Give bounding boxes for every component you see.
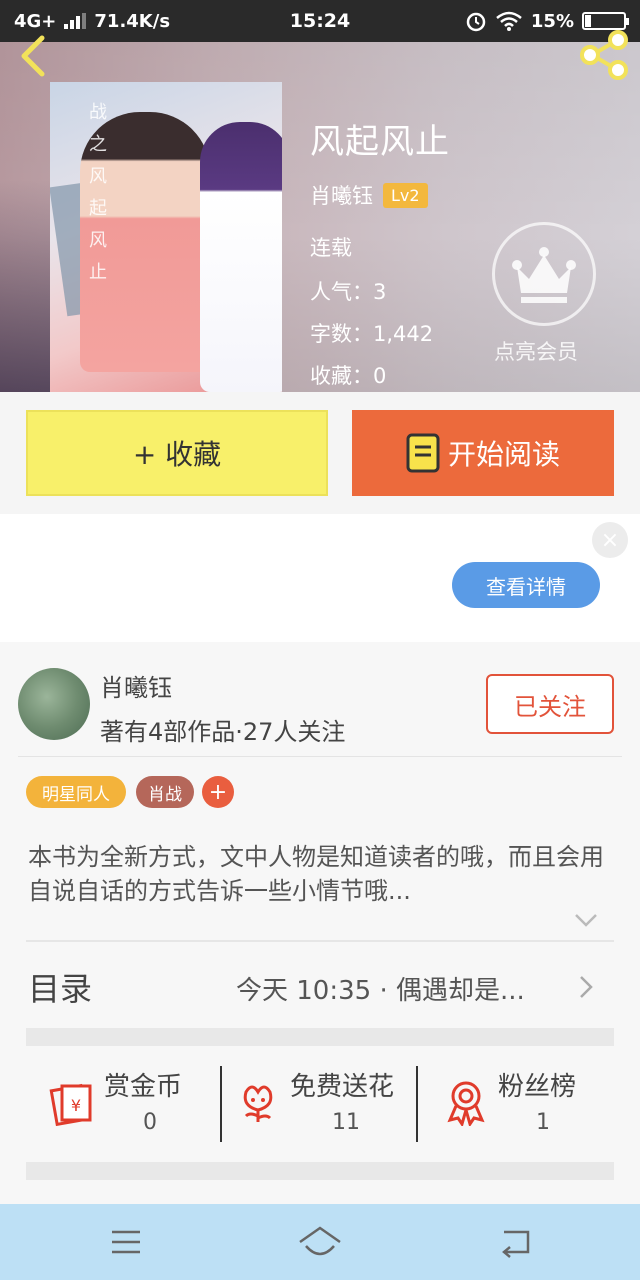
section-band: [26, 1162, 614, 1180]
toc-label[interactable]: 目录: [28, 964, 92, 1010]
book-title: 风起风止: [310, 122, 450, 162]
status-right: 15%: [465, 10, 629, 32]
book-status: 连载: [310, 236, 352, 260]
flower-icon: [243, 1085, 273, 1122]
book-favorites: 收藏：0: [310, 364, 387, 388]
status-left: 4G+ 71.4K/s: [14, 11, 170, 32]
divider: [18, 756, 622, 757]
author-section: 肖曦钰 著有4部作品·27人关注 已关注 明星同人 肖战 + 本书为全新方式，文…: [0, 642, 640, 1204]
red-envelope-icon: ¥: [49, 1083, 92, 1126]
stat-value: 1: [536, 1110, 550, 1135]
share-button[interactable]: [578, 30, 630, 80]
wifi-icon: [496, 11, 522, 31]
system-nav-bar: [0, 1204, 640, 1280]
book-icon: [406, 433, 440, 473]
battery-icon: [582, 12, 629, 30]
divider: [220, 1066, 222, 1142]
author-card-subtitle: 著有4部作品·27人关注: [100, 718, 346, 746]
toc-latest-chapter[interactable]: 今天 10:35 · 偶遇却是...: [236, 970, 525, 1007]
battery-fill: [585, 15, 591, 27]
book-popularity: 人气：3: [310, 280, 387, 304]
signal-icon: [64, 13, 87, 29]
add-tag-button[interactable]: +: [202, 776, 234, 808]
start-reading-button[interactable]: 开始阅读: [352, 410, 614, 496]
chevron-down-icon[interactable]: [574, 912, 598, 928]
divider: [26, 940, 614, 942]
follow-button[interactable]: 已关注: [486, 674, 614, 734]
crown-icon: [512, 247, 576, 303]
stat-fan-ranking[interactable]: 粉丝榜 1: [442, 1064, 602, 1144]
stat-label: 免费送花: [290, 1072, 395, 1102]
clock: 15:24: [289, 10, 351, 32]
stat-free-flowers[interactable]: 免费送花 11: [234, 1064, 414, 1144]
stat-label: 粉丝榜: [498, 1072, 577, 1102]
book-word-count: 字数：1,442: [310, 322, 434, 346]
home-icon[interactable]: [298, 1222, 342, 1262]
medal-icon: [447, 1081, 485, 1126]
cover-text: 战之风起风止: [86, 102, 107, 294]
stat-value: 11: [332, 1110, 360, 1135]
book-intro[interactable]: 本书为全新方式，文中人物是知道读者的哦，而且会用自说自话的方式告诉一些小情节哦.…: [28, 840, 618, 908]
chevron-left-icon: [21, 35, 45, 77]
ad-banner[interactable]: × 查看详情: [0, 514, 640, 642]
level-badge: Lv2: [383, 182, 428, 208]
tag-xiaozhan[interactable]: 肖战: [136, 776, 194, 808]
stat-reward-coins[interactable]: ¥ 赏金币 0: [48, 1064, 218, 1144]
action-bar: + 收藏 开始阅读: [0, 392, 640, 514]
stat-label: 赏金币: [104, 1072, 183, 1102]
author-line: 肖曦钰 Lv2: [310, 180, 428, 210]
network-speed: 71.4K/s: [94, 10, 171, 32]
chevron-right-icon[interactable]: [578, 974, 594, 1000]
back-button[interactable]: [14, 34, 54, 78]
alarm-icon: [466, 12, 486, 32]
close-icon[interactable]: ×: [592, 522, 628, 558]
view-details-button[interactable]: 查看详情: [452, 562, 600, 608]
status-bar: 4G+ 71.4K/s 15:24 15%: [0, 0, 640, 42]
start-reading-label: 开始阅读: [447, 438, 560, 471]
author-name[interactable]: 肖曦钰: [310, 180, 373, 210]
divider: [416, 1066, 418, 1142]
share-icon: [580, 30, 628, 80]
stat-value: 0: [143, 1110, 157, 1135]
battery-percent: 15%: [530, 10, 574, 32]
back-icon[interactable]: [494, 1222, 538, 1262]
avatar[interactable]: [18, 668, 90, 740]
book-hero: 战之风起风止 风起风止 肖曦钰 Lv2 连载 人气：3 字数：1,442 收藏：…: [0, 0, 640, 392]
author-card-name[interactable]: 肖曦钰: [100, 668, 172, 703]
cover-figure-girl: [200, 122, 282, 392]
menu-icon[interactable]: [104, 1222, 148, 1262]
favorite-button[interactable]: + 收藏: [26, 410, 328, 496]
book-cover[interactable]: 战之风起风止: [50, 82, 282, 392]
network-type: 4G+: [14, 10, 57, 32]
tag-celebrity[interactable]: 明星同人: [26, 776, 126, 808]
section-band: [26, 1028, 614, 1046]
svg-text:¥: ¥: [71, 1096, 81, 1115]
vip-button[interactable]: [492, 222, 596, 326]
vip-label[interactable]: 点亮会员: [494, 336, 578, 366]
